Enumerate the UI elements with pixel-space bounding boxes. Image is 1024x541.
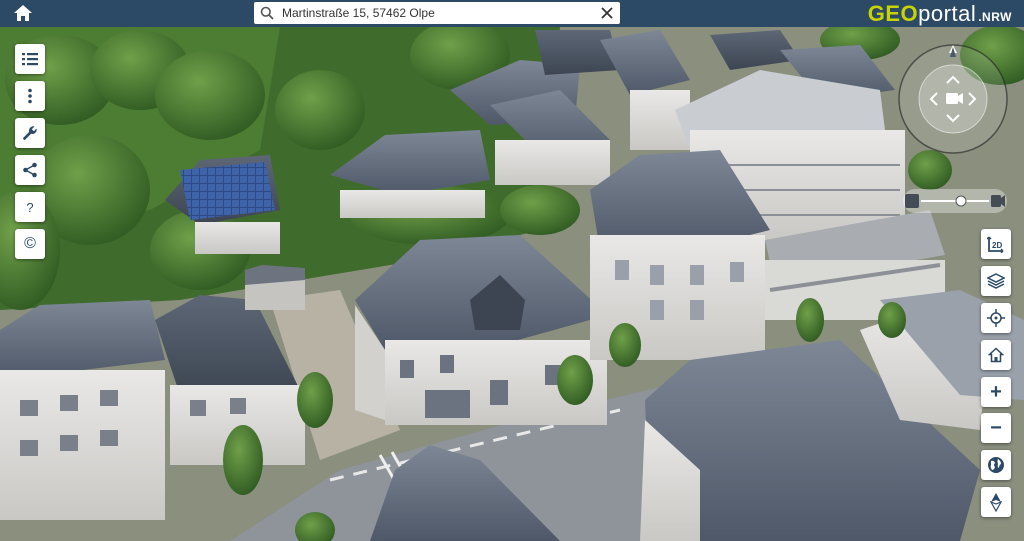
home-view-button[interactable] xyxy=(981,340,1011,370)
search-box xyxy=(254,2,620,24)
help-label: ? xyxy=(26,199,34,215)
logo-nrw: .NRW xyxy=(978,10,1012,24)
menu-list-button[interactable] xyxy=(15,44,45,74)
clear-search-icon[interactable] xyxy=(594,2,620,24)
help-button[interactable]: ? xyxy=(15,192,45,222)
tools-button[interactable] xyxy=(15,118,45,148)
logo-geo: GEO xyxy=(867,1,919,26)
search-input[interactable] xyxy=(280,3,594,23)
copyright-button[interactable]: © xyxy=(15,229,45,259)
navigation-compass[interactable] xyxy=(897,43,1009,155)
home-icon[interactable] xyxy=(12,3,34,23)
top-bar: GEO portal .NRW xyxy=(0,0,1024,27)
vertical-dots-icon xyxy=(28,88,32,104)
zoom-in-button[interactable]: + xyxy=(981,377,1011,407)
wrench-icon xyxy=(23,126,37,140)
2d-mode-button[interactable]: 2D xyxy=(981,229,1011,259)
zoom-out-label: − xyxy=(990,417,1002,439)
map-3d-view[interactable] xyxy=(0,0,1024,541)
2d-mode-icon: 2D xyxy=(987,236,1004,253)
more-options-button[interactable] xyxy=(15,81,45,111)
zoom-in-label: + xyxy=(990,381,1002,403)
geoportal-logo[interactable]: GEO portal .NRW xyxy=(868,0,1012,27)
globe-button[interactable] xyxy=(981,450,1011,480)
home-icon xyxy=(988,347,1004,363)
layers-icon xyxy=(987,273,1005,289)
share-button[interactable] xyxy=(15,155,45,185)
svg-text:2D: 2D xyxy=(992,241,1002,250)
copyright-label: © xyxy=(24,235,36,252)
search-icon[interactable] xyxy=(254,2,280,24)
locate-button[interactable] xyxy=(981,303,1011,333)
list-icon xyxy=(22,53,38,66)
north-arrow-icon xyxy=(990,493,1002,512)
share-icon xyxy=(23,162,37,178)
logo-portal: portal xyxy=(918,1,977,26)
zoom-out-button[interactable]: − xyxy=(981,413,1011,443)
globe-icon xyxy=(988,457,1004,473)
north-arrow-button[interactable] xyxy=(981,487,1011,517)
layers-button[interactable] xyxy=(981,266,1011,296)
locate-icon xyxy=(987,309,1005,327)
tilt-slider[interactable] xyxy=(903,189,1007,213)
